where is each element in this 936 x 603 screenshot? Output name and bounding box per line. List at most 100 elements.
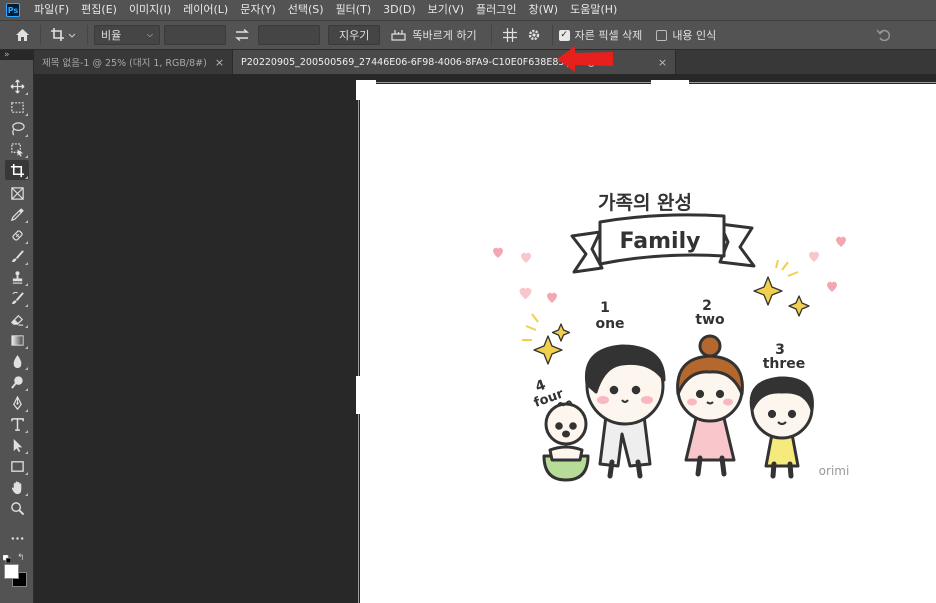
content-aware-checkbox[interactable] [656, 29, 668, 41]
clear-button[interactable]: 지우기 [328, 25, 381, 45]
color-swatches: ↰ [2, 553, 31, 591]
frame-tool[interactable] [5, 183, 29, 203]
menu-file[interactable]: 파일(F) [28, 0, 75, 20]
tool-submenu-indicator [25, 176, 28, 179]
straighten-label[interactable]: 똑바르게 하기 [412, 27, 476, 43]
father-figure [584, 344, 666, 479]
tool-submenu-indicator [25, 134, 28, 137]
tool-submenu-indicator [25, 155, 28, 158]
menu-layer[interactable]: 레이어(L) [177, 0, 234, 20]
expand-panel-icon[interactable]: » [0, 50, 34, 60]
lasso-tool[interactable] [5, 118, 29, 138]
overlay-grid-icon[interactable] [498, 24, 522, 46]
banner-left-tail [570, 230, 604, 274]
rectangle-tool[interactable] [5, 456, 29, 476]
crop-handle-top-left-vertical[interactable] [356, 80, 360, 100]
blur-tool[interactable] [5, 351, 29, 371]
zoom-tool[interactable] [5, 498, 29, 518]
menu-bar: Ps 파일(F) 편집(E) 이미지(I) 레이어(L) 문자(Y) 선택(S)… [0, 0, 936, 20]
tool-submenu-indicator [25, 493, 28, 496]
menu-3d[interactable]: 3D(D) [377, 0, 422, 20]
history-brush-tool[interactable] [5, 288, 29, 308]
tool-submenu-indicator [25, 451, 28, 454]
width-input[interactable] [164, 25, 226, 45]
menu-window[interactable]: 창(W) [522, 0, 564, 20]
tool-submenu-indicator [25, 304, 28, 307]
edit-toolbar-icon[interactable] [5, 528, 29, 548]
tool-submenu-indicator [25, 262, 28, 265]
tab-label: P20220905_200500569_27446E06-6F98-4006-8… [241, 56, 596, 68]
tab-label: 제목 없음-1 @ 25% (대지 1, RGB/8#) [42, 58, 207, 69]
crop-handle-left[interactable] [356, 376, 360, 414]
type-tool[interactable] [5, 414, 29, 434]
separator [551, 25, 553, 45]
tool-submenu-indicator [25, 92, 28, 95]
crop-tool-preset-icon[interactable] [47, 24, 81, 46]
menu-filter[interactable]: 필터(T) [330, 0, 378, 20]
hand-tool[interactable] [5, 477, 29, 497]
move-tool[interactable] [5, 76, 29, 96]
document-canvas[interactable]: 가족의 완성 Family 1 one 2 two 3 three 4 four… [360, 84, 936, 603]
tool-submenu-indicator [25, 241, 28, 244]
document-tab-bar: 제목 없음-1 @ 25% (대지 1, RGB/8#) × P20220905… [34, 50, 936, 74]
separator [87, 25, 88, 45]
tool-submenu-indicator [25, 472, 28, 475]
brush-tool[interactable] [5, 246, 29, 266]
menu-type[interactable]: 문자(Y) [234, 0, 282, 20]
ratio-select-value: 비율 [101, 29, 122, 42]
delete-cropped-checkbox[interactable]: ✓ [558, 29, 570, 41]
tool-submenu-indicator [25, 325, 28, 328]
height-input[interactable] [258, 25, 320, 45]
tool-submenu-indicator [25, 283, 28, 286]
tool-submenu-indicator [25, 388, 28, 391]
foreground-color[interactable] [4, 564, 19, 579]
tab-untitled-document[interactable]: 제목 없음-1 @ 25% (대지 1, RGB/8#) × [34, 50, 234, 74]
path-selection-tool[interactable] [5, 435, 29, 455]
gear-icon[interactable] [522, 24, 546, 46]
mother-figure [676, 334, 744, 477]
separator [40, 25, 41, 45]
rectangular-marquee-tool[interactable] [5, 97, 29, 117]
crop-tool[interactable] [5, 160, 29, 180]
menu-help[interactable]: 도움말(H) [564, 0, 623, 20]
ratio-select[interactable]: 비율 ⌵ [94, 25, 160, 45]
swap-dimensions-icon[interactable] [230, 24, 254, 46]
eraser-tool[interactable] [5, 309, 29, 329]
delete-cropped-label: 자른 픽셀 삭제 [574, 29, 643, 42]
child-figure [749, 376, 814, 479]
straighten-icon[interactable] [386, 24, 410, 46]
sparkle-decorations [533, 276, 810, 365]
menu-view[interactable]: 보기(V) [422, 0, 470, 20]
default-colors-icon[interactable] [2, 553, 12, 564]
menu-select[interactable]: 선택(S) [282, 0, 330, 20]
menu-plugins[interactable]: 플러그인 [470, 0, 522, 20]
home-icon[interactable] [10, 24, 34, 46]
baby-figure [542, 400, 590, 482]
gradient-tool[interactable] [5, 330, 29, 350]
eyedropper-tool[interactable] [5, 204, 29, 224]
reset-icon[interactable] [872, 24, 896, 46]
label-two-word: two [695, 312, 725, 328]
dodge-tool[interactable] [5, 372, 29, 392]
swap-colors-icon[interactable]: ↰ [17, 553, 25, 563]
crop-handle-top[interactable] [651, 80, 689, 84]
label-one-word: one [595, 316, 624, 332]
clone-stamp-tool[interactable] [5, 267, 29, 287]
photoshop-logo[interactable]: Ps [6, 3, 20, 17]
menu-image[interactable]: 이미지(I) [123, 0, 177, 20]
tool-submenu-indicator [25, 346, 28, 349]
tool-submenu-indicator [25, 113, 28, 116]
pen-tool[interactable] [5, 393, 29, 413]
tool-submenu-indicator [25, 409, 28, 412]
menu-edit[interactable]: 편집(E) [75, 0, 123, 20]
label-one-number: 1 [600, 300, 610, 316]
sparkle-lines [522, 259, 799, 341]
tool-submenu-indicator [25, 220, 28, 223]
artist-signature: orimi [819, 464, 850, 478]
object-selection-tool[interactable] [5, 139, 29, 159]
close-icon[interactable]: × [215, 56, 224, 69]
close-icon[interactable]: × [658, 56, 667, 69]
document-workspace[interactable]: 가족의 완성 Family 1 one 2 two 3 three 4 four… [34, 74, 936, 603]
annotation-arrow [557, 46, 613, 72]
healing-brush-tool[interactable] [5, 225, 29, 245]
